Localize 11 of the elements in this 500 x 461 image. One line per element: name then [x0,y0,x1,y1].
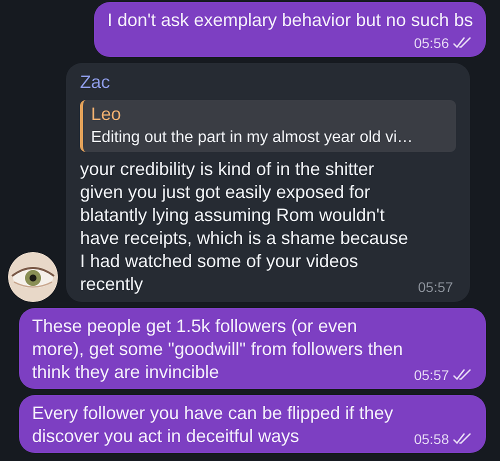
reply-author: Leo [91,103,122,126]
message-time: 05:56 [414,34,449,52]
message-text: your credibility is kind of in the shitter given you just got easily exposed for blatantly lying assuming Rom wouldn't have receipts, which is a shame because I had watched some of your videos recently [80,158,410,296]
reply-text: Editing out the part in my almost year old vi… [91,128,414,148]
message-text: Every follower you have can be flipped if they discover you act in deceitful ways [32,402,394,448]
message-time: 05:57 [418,278,454,296]
sender-name: Zac [80,71,112,94]
message-text: These people get 1.5k followers (or even more), get some "goodwill" from followers then think they are invincible [32,315,404,384]
message-text: I don't ask exemplary behavior but no such bs [107,9,473,32]
message-time: 05:58 [414,430,449,448]
message-time: 05:57 [414,366,449,384]
